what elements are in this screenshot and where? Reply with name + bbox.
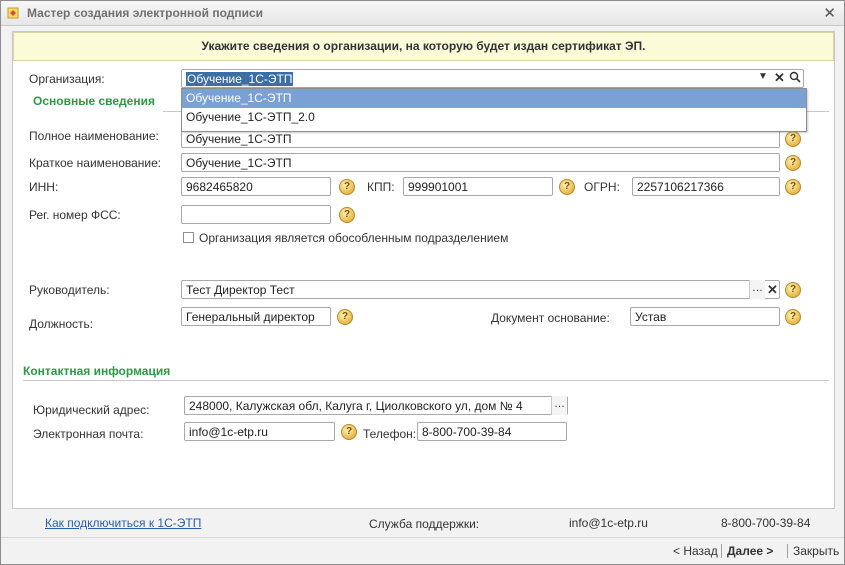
how-to-connect-link[interactable]: Как подключиться к 1С-ЭТП xyxy=(45,516,201,530)
question-circle-icon[interactable]: ? xyxy=(785,155,801,171)
phone-label: Телефон: xyxy=(363,427,417,441)
address-label: Юридический адрес: xyxy=(33,403,150,417)
ellipsis-icon[interactable]: … xyxy=(749,280,765,299)
support-email: info@1c-etp.ru xyxy=(569,516,648,530)
manager-field[interactable]: Тест Директор Тест xyxy=(181,280,780,299)
org-dropdown-list: Обучение_1С-ЭТП Обучение_1С-ЭТП_2.0 xyxy=(181,88,807,132)
ogrn-field[interactable]: 2257106217366 xyxy=(632,177,780,196)
short-name-field[interactable]: Обучение_1С-ЭТП xyxy=(181,153,780,172)
inn-label: ИНН: xyxy=(29,180,59,194)
footer-divider xyxy=(1,537,844,538)
main-panel: Укажите сведения о организации, на котор… xyxy=(12,31,835,509)
section-contact-title: Контактная информация xyxy=(23,364,171,378)
kpp-label: КПП: xyxy=(367,180,395,194)
org-label: Организация: xyxy=(29,72,105,86)
ogrn-label: ОГРН: xyxy=(584,180,620,194)
support-phone: 8-800-700-39-84 xyxy=(721,516,811,530)
ellipsis-icon[interactable]: … xyxy=(551,396,567,415)
question-circle-icon[interactable]: ? xyxy=(785,131,801,147)
dropdown-item[interactable]: Обучение_1С-ЭТП_2.0 xyxy=(182,108,806,127)
wizard-window: Мастер создания электронной подписи ✕ Ук… xyxy=(0,0,845,565)
short-name-label: Краткое наименование: xyxy=(29,156,162,170)
window-close-icon[interactable]: ✕ xyxy=(823,4,836,22)
separate-division-checkbox[interactable] xyxy=(183,232,194,243)
question-circle-icon[interactable]: ? xyxy=(785,309,801,325)
close-icon[interactable]: ✕ xyxy=(774,70,785,86)
search-icon[interactable] xyxy=(789,71,801,86)
org-select[interactable]: Обучение_1С-ЭТП xyxy=(181,69,804,88)
window-title: Мастер создания электронной подписи xyxy=(27,6,264,20)
org-select-value: Обучение_1С-ЭТП xyxy=(186,72,294,86)
title-bar: Мастер создания электронной подписи ✕ xyxy=(1,1,844,26)
section-basic-title: Основные сведения xyxy=(33,94,155,108)
kpp-field[interactable]: 999901001 xyxy=(403,177,553,196)
full-name-label: Полное наименование: xyxy=(29,129,159,143)
separate-division-label: Организация является обособленным подраз… xyxy=(199,231,509,245)
section-contact-divider xyxy=(23,380,829,381)
dropdown-item[interactable]: Обучение_1С-ЭТП xyxy=(182,89,806,108)
phone-field[interactable]: 8-800-700-39-84 xyxy=(417,422,567,441)
inn-field[interactable]: 9682465820 xyxy=(181,177,331,196)
nav-separator xyxy=(787,544,788,558)
manager-label: Руководитель: xyxy=(29,283,110,297)
close-button[interactable]: Закрыть xyxy=(793,544,839,558)
support-label: Служба поддержки: xyxy=(369,517,480,531)
email-field[interactable]: info@1c-etp.ru xyxy=(184,422,335,441)
basis-field[interactable]: Устав xyxy=(630,307,780,326)
question-circle-icon[interactable]: ? xyxy=(785,282,801,298)
question-circle-icon[interactable]: ? xyxy=(559,179,575,195)
question-circle-icon[interactable]: ? xyxy=(339,207,355,223)
email-label: Электронная почта: xyxy=(33,427,144,441)
question-circle-icon[interactable]: ? xyxy=(785,179,801,195)
question-circle-icon[interactable]: ? xyxy=(341,424,357,440)
address-field[interactable]: 248000, Калужская обл, Калуга г, Циолков… xyxy=(184,396,568,415)
question-circle-icon[interactable]: ? xyxy=(337,309,353,325)
app-icon xyxy=(7,7,19,19)
info-banner: Укажите сведения о организации, на котор… xyxy=(13,32,834,61)
question-circle-icon[interactable]: ? xyxy=(339,179,355,195)
back-button[interactable]: < Назад xyxy=(673,544,718,558)
next-button[interactable]: Далее > xyxy=(727,544,773,558)
close-icon[interactable]: ✕ xyxy=(767,282,778,298)
position-field[interactable]: Генеральный директор xyxy=(181,307,331,326)
basis-label: Документ основание: xyxy=(491,311,610,325)
fss-label: Рег. номер ФСС: xyxy=(29,208,121,222)
nav-separator xyxy=(721,544,722,558)
chevron-down-icon[interactable]: ▼ xyxy=(758,71,768,82)
fss-field[interactable] xyxy=(181,205,331,224)
position-label: Должность: xyxy=(29,317,94,331)
